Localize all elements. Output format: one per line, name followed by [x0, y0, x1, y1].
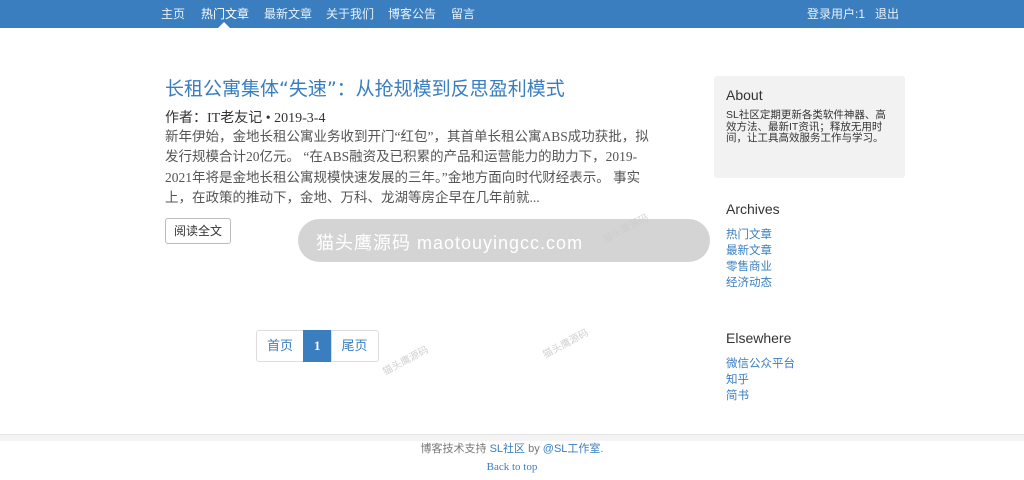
nav-item-about-us[interactable]: 关于我们	[326, 0, 374, 28]
archives-link-latest[interactable]: 最新文章	[726, 242, 772, 258]
faint-watermark-2: 猫头鹰源码	[541, 327, 591, 361]
post-title[interactable]: 长租公寓集体“失速”：从抢规模到反思盈利模式	[165, 74, 565, 101]
footer-link-sl-studio[interactable]: @SL工作室	[543, 443, 601, 455]
elsewhere-link-zhihu[interactable]: 知乎	[726, 371, 749, 387]
faint-watermark-1: 猫头鹰源码	[381, 344, 431, 378]
about-box: About SL社区定期更新各类软件神器、高效方法、最新IT资讯；释放无用时间，…	[714, 76, 905, 178]
page-current-button[interactable]: 1	[303, 330, 332, 362]
watermark-text: 猫头鹰源码 maotouyingcc.com	[316, 233, 584, 253]
footer-suffix: .	[600, 443, 604, 455]
logout-link[interactable]: 退出	[875, 0, 899, 28]
elsewhere-title: Elsewhere	[726, 330, 792, 346]
about-text: SL社区定期更新各类软件神器、高效方法、最新IT资讯；释放无用时间，让工具高效服…	[726, 109, 886, 144]
nav-item-announcements[interactable]: 博客公告	[388, 0, 436, 28]
top-navbar: 主页 热门文章 最新文章 关于我们 博客公告 留言 登录用户:1 退出	[0, 0, 1024, 28]
nav-item-messages[interactable]: 留言	[451, 0, 475, 28]
archives-link-economy[interactable]: 经济动态	[726, 274, 772, 290]
watermark-banner: 猫头鹰源码 maotouyingcc.com	[298, 219, 710, 262]
archives-link-retail[interactable]: 零售商业	[726, 258, 772, 274]
nav-item-home[interactable]: 主页	[161, 0, 185, 28]
footer-prefix: 博客技术支持	[420, 443, 487, 455]
elsewhere-link-wechat[interactable]: 微信公众平台	[726, 355, 795, 371]
back-to-top-link[interactable]: Back to top	[487, 461, 538, 473]
read-more-button[interactable]: 阅读全文	[165, 218, 231, 244]
archives-link-hot[interactable]: 热门文章	[726, 226, 772, 242]
page-first-button[interactable]: 首页	[256, 330, 305, 362]
about-title: About	[726, 87, 763, 103]
logged-in-user[interactable]: 登录用户:1	[807, 0, 865, 28]
page-last-button[interactable]: 尾页	[330, 330, 379, 362]
archives-title: Archives	[726, 201, 780, 217]
footer-by: by	[528, 443, 540, 455]
back-to-top: Back to top	[0, 461, 1024, 473]
footer-link-sl-community[interactable]: SL社区	[490, 443, 525, 455]
pagination: 首页 1 尾页	[256, 330, 379, 362]
post-excerpt: 新年伊始，金地长租公寓业务收到开门“红包”，其首单长租公寓ABS成功获批，拟发行…	[165, 129, 649, 205]
footer-credits: 博客技术支持 SL社区 by @SL工作室.	[0, 440, 1024, 456]
nav-item-latest-articles[interactable]: 最新文章	[264, 0, 312, 28]
elsewhere-link-jianshu[interactable]: 简书	[726, 387, 749, 403]
post-meta: 作者：IT老友记 • 2019-3-4	[165, 111, 326, 126]
active-nav-caret	[218, 22, 230, 28]
